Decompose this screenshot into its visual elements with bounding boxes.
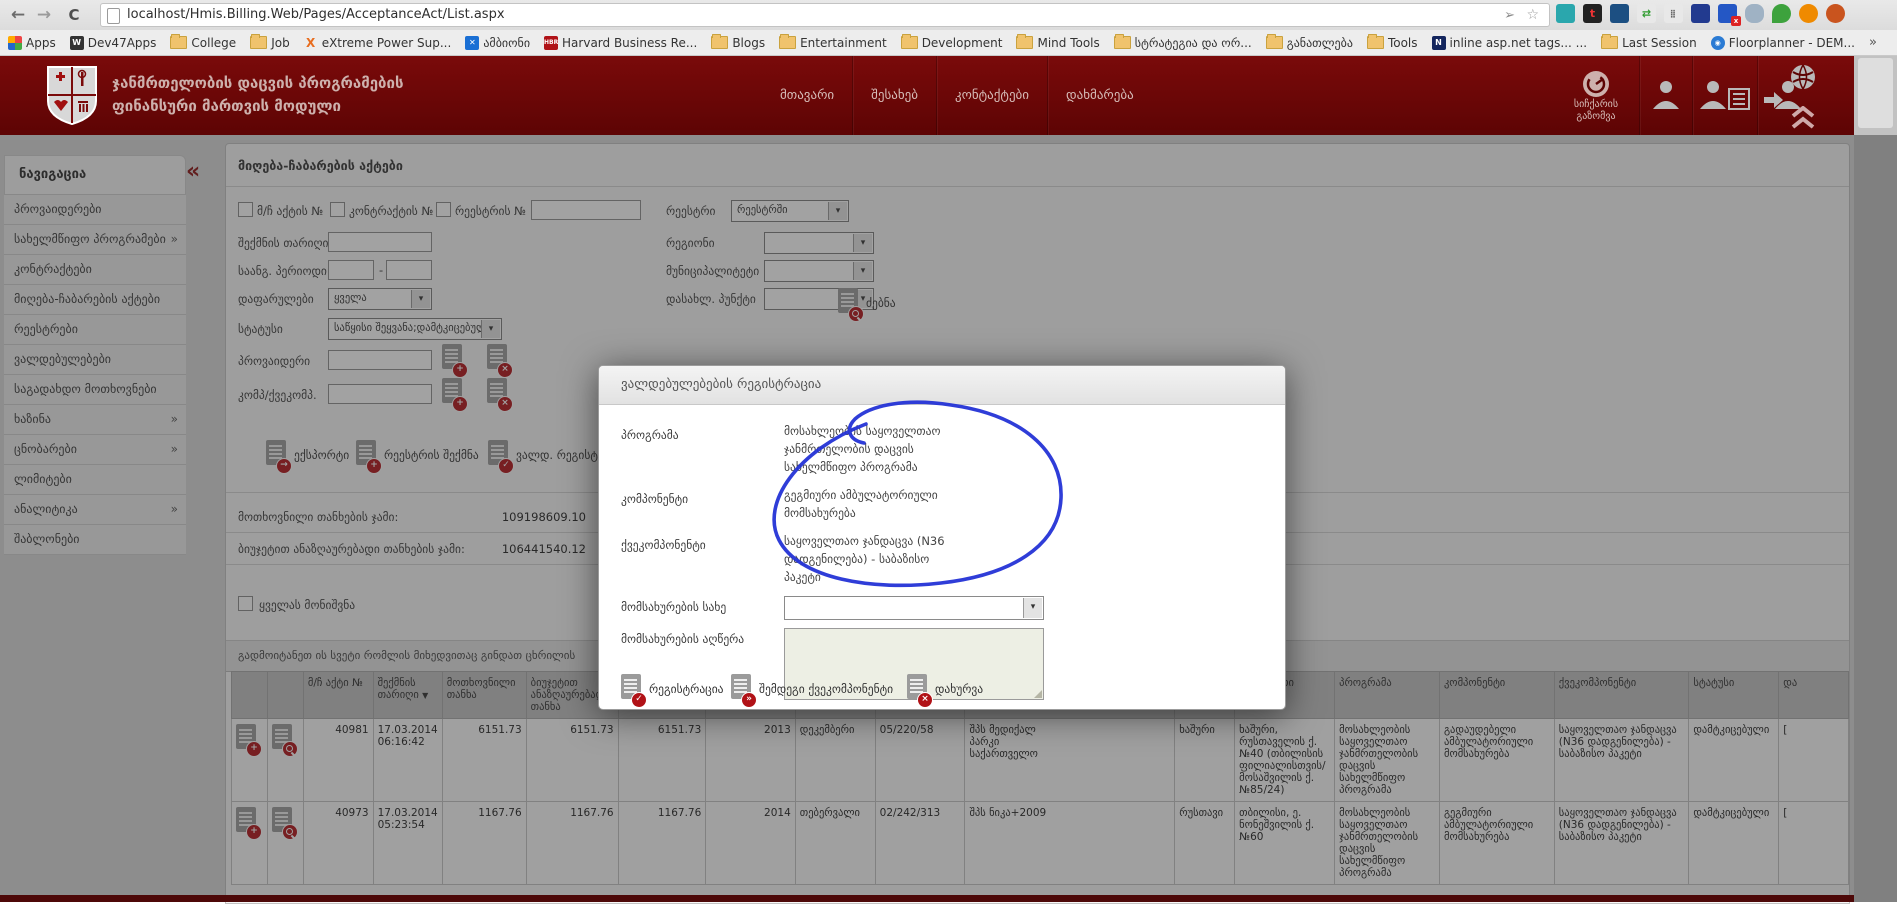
obligation-registration-dialog: ვალდებულებების რეგისტრაცია პროგრამა მოსა… bbox=[598, 365, 1286, 710]
extension-icon-t[interactable]: t bbox=[1583, 4, 1602, 23]
folder-icon bbox=[1601, 36, 1618, 49]
bookmark-item[interactable]: Last Session bbox=[1601, 36, 1697, 50]
share-icon[interactable]: ➢ bbox=[1504, 8, 1515, 23]
bookmark-item[interactable]: განათლება bbox=[1266, 36, 1353, 50]
collapse-header-icon[interactable] bbox=[1790, 106, 1816, 130]
bookmark-item[interactable]: College bbox=[170, 36, 236, 50]
globe-icon[interactable] bbox=[1788, 62, 1818, 92]
menu-item-about[interactable]: შესახებ bbox=[852, 56, 936, 135]
bookmark-item[interactable]: Tools bbox=[1367, 36, 1418, 50]
folder-icon bbox=[1016, 36, 1033, 49]
dialog-titlebar: ვალდებულებების რეგისტრაცია bbox=[599, 366, 1285, 405]
service-description-label: მომსახურების აღწერა bbox=[621, 632, 744, 646]
bookmark-item[interactable]: Entertainment bbox=[779, 36, 887, 50]
component-value: გეგმიური ამბულატორიული მომსახურება bbox=[784, 486, 969, 522]
header-actions: სიჩქარის გაზომვა bbox=[1553, 56, 1810, 135]
hbr-icon: HBR bbox=[544, 36, 558, 50]
apps-shortcut[interactable]: Apps bbox=[8, 36, 56, 50]
service-type-select[interactable]: ▾ bbox=[784, 596, 1044, 620]
bookmark-item[interactable]: XeXtreme Power Sup... bbox=[304, 36, 452, 50]
bookmark-item[interactable]: HBRHarvard Business Re... bbox=[544, 36, 697, 50]
address-bar[interactable]: localhost/Hmis.Billing.Web/Pages/Accepta… bbox=[100, 3, 1550, 27]
speedometer-icon bbox=[1581, 69, 1611, 99]
forward-icon[interactable]: → bbox=[32, 3, 56, 27]
bookmark-item[interactable]: Job bbox=[250, 36, 290, 50]
extension-icon-blue-panel[interactable] bbox=[1610, 4, 1629, 23]
ambioni-icon: ✕ bbox=[465, 36, 479, 50]
user-list-icon bbox=[1699, 77, 1751, 111]
extension-icon-green-arrows[interactable]: ⇄ bbox=[1637, 4, 1656, 23]
dialog-title: ვალდებულებების რეგისტრაცია bbox=[621, 377, 821, 392]
reload-icon[interactable]: C bbox=[62, 3, 86, 27]
app-header: ჯანმრთელობის დაცვის პროგრამების ფინანსურ… bbox=[0, 56, 1854, 135]
menu-item-home[interactable]: მთავარი bbox=[762, 56, 852, 135]
program-label: პროგრამა bbox=[621, 428, 679, 442]
extension-icon-dots[interactable]: ⣿ bbox=[1664, 4, 1683, 23]
bookmark-star-icon[interactable]: ☆ bbox=[1526, 7, 1539, 23]
folder-icon bbox=[1367, 36, 1384, 49]
url-text[interactable]: localhost/Hmis.Billing.Web/Pages/Accepta… bbox=[127, 7, 505, 22]
speed-test-button[interactable]: სიჩქარის გაზომვა bbox=[1553, 69, 1639, 123]
bookmark-item[interactable]: სტრატეგია და ორ... bbox=[1114, 36, 1252, 50]
folder-icon bbox=[250, 36, 267, 49]
component-label: კომპონენტი bbox=[621, 492, 688, 506]
bookmark-item[interactable]: ◉Floorplanner - DEM... bbox=[1711, 36, 1855, 50]
folder-icon bbox=[1114, 36, 1131, 49]
app-logo-shield-icon bbox=[44, 64, 100, 126]
main-menu: მთავარი შესახებ კონტაქტები დახმარება bbox=[762, 56, 1152, 135]
extension-icon-red[interactable] bbox=[1826, 4, 1845, 23]
back-icon[interactable]: ← bbox=[6, 3, 30, 27]
folder-icon bbox=[901, 36, 918, 49]
bookmarks-bar: Apps WDev47Apps College Job XeXtreme Pow… bbox=[0, 30, 1897, 56]
x-icon: X bbox=[304, 36, 318, 50]
browser-toolbar: ← → C localhost/Hmis.Billing.Web/Pages/A… bbox=[0, 0, 1897, 31]
close-button[interactable]: × დახურვა bbox=[907, 674, 983, 703]
program-value: მოსახლეობის საყოველთაო ჯანმრთელობის დაცვ… bbox=[784, 422, 969, 476]
bookmark-item[interactable]: Ninline asp.net tags... ... bbox=[1432, 36, 1588, 50]
cloud-icon[interactable] bbox=[1745, 4, 1764, 23]
subcomponent-label: ქვეკომპონენტი bbox=[621, 538, 706, 552]
extensions-row: t ⇄ ⣿ x bbox=[1556, 4, 1845, 23]
menu-item-help[interactable]: დახმარება bbox=[1047, 56, 1152, 135]
bookmark-item[interactable]: ✕ამბიონი bbox=[465, 36, 530, 50]
subcomponent-value: საყოველთაო ჯანდაცვა (N36 დადგენილება) - … bbox=[784, 532, 969, 586]
dev47apps-icon: W bbox=[70, 36, 84, 50]
x-badge-icon: × bbox=[917, 692, 933, 708]
next-subcomponent-button[interactable]: » შემდეგი ქვეკომპონენტი bbox=[731, 674, 893, 703]
badge-x-icon: x bbox=[1731, 16, 1741, 26]
bookmark-item[interactable]: Mind Tools bbox=[1016, 36, 1099, 50]
bookmark-item[interactable]: Development bbox=[901, 36, 1003, 50]
folder-icon bbox=[1266, 36, 1283, 49]
pin-icon[interactable] bbox=[1772, 4, 1791, 23]
page-footer-strip bbox=[0, 895, 1854, 902]
extension-icon-teal[interactable] bbox=[1556, 4, 1575, 23]
folder-icon bbox=[779, 36, 796, 49]
menu-item-contacts[interactable]: კონტაქტები bbox=[936, 56, 1047, 135]
next-badge-icon: » bbox=[741, 692, 757, 708]
bookmark-item[interactable]: WDev47Apps bbox=[70, 36, 157, 50]
user-icon bbox=[1649, 77, 1683, 111]
extension-icon-navy-grid[interactable] bbox=[1691, 4, 1710, 23]
extension-icon-orange[interactable] bbox=[1799, 4, 1818, 23]
folder-icon bbox=[711, 36, 728, 49]
chevron-down-icon: ▾ bbox=[1023, 598, 1042, 618]
folder-icon bbox=[170, 36, 187, 49]
user-list-button[interactable] bbox=[1693, 77, 1757, 115]
check-badge-icon: ✓ bbox=[631, 692, 647, 708]
bookmarks-overflow-icon[interactable]: » bbox=[1869, 35, 1877, 50]
app-title-line1: ჯანმრთელობის დაცვის პროგრამების bbox=[112, 72, 403, 95]
floorplanner-icon: ◉ bbox=[1711, 36, 1725, 50]
n-icon: N bbox=[1432, 36, 1446, 50]
register-button[interactable]: ✓ რეგისტრაცია bbox=[621, 674, 724, 703]
service-type-label: მომსახურების სახე bbox=[621, 600, 726, 614]
user-button[interactable] bbox=[1640, 77, 1692, 115]
scrollbar-thumb[interactable] bbox=[1858, 58, 1893, 128]
extension-icon-badged[interactable]: x bbox=[1718, 4, 1737, 23]
bookmark-item[interactable]: Blogs bbox=[711, 36, 765, 50]
app-title-line2: ფინანსური მართვის მოდული bbox=[112, 95, 403, 118]
page-icon bbox=[107, 8, 120, 24]
app-title: ჯანმრთელობის დაცვის პროგრამების ფინანსურ… bbox=[112, 72, 403, 118]
apps-grid-icon bbox=[8, 36, 22, 50]
